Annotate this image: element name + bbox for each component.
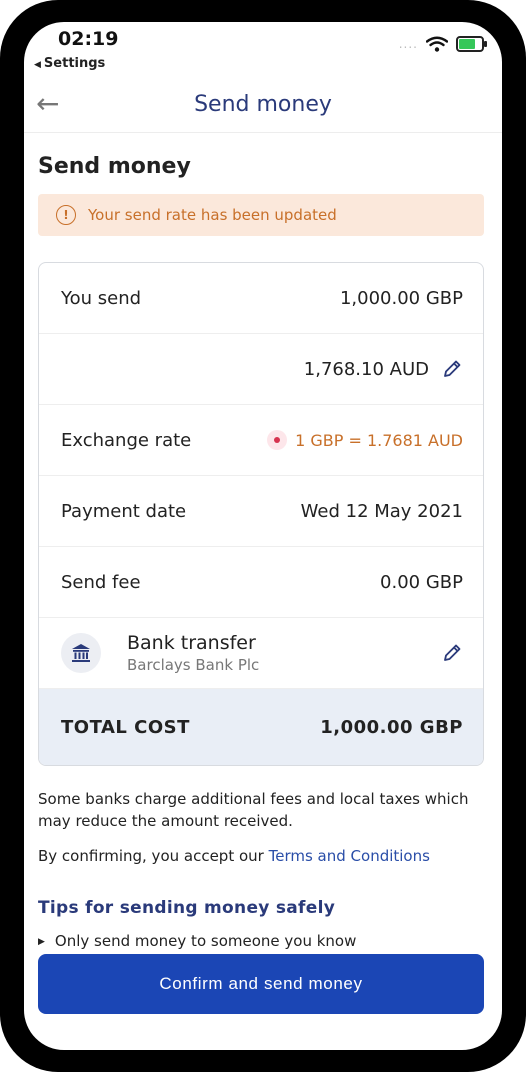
terms-line: By confirming, you accept our Terms and … [38,845,478,867]
confirm-send-button[interactable]: Confirm and send money [38,954,484,1014]
back-triangle-icon: ◀ [34,60,41,70]
summary-card: You send 1,000.00 GBP 1,768.10 AUD Excha… [38,262,484,766]
warning-icon: ! [56,205,76,225]
payment-date-value: Wed 12 May 2021 [300,500,463,522]
you-send-label: You send [61,287,142,309]
phone-screen: 02:19 ◀ Settings .... ← Send money Send m… [24,22,502,1050]
back-app-label: Settings [43,56,106,71]
payment-method-text: Bank transfer Barclays Bank Plc [127,632,259,674]
total-cost-row: TOTAL COST 1,000.00 GBP [39,689,483,765]
receive-value: 1,768.10 AUD [303,358,429,380]
you-send-row: You send 1,000.00 GBP [39,263,483,334]
payment-method-bank: Barclays Bank Plc [127,656,260,674]
edit-amount-pencil-icon[interactable] [441,358,463,380]
total-cost-value: 1,000.00 GBP [320,716,463,738]
status-time: 02:19 [58,28,119,50]
edit-method-pencil-icon[interactable] [441,642,463,664]
nav-bar: ← Send money [24,80,502,133]
rate-updated-alert: ! Your send rate has been updated [38,194,484,236]
exchange-rate-value: 1 GBP = 1.7681 AUD [295,430,463,450]
payment-method-row[interactable]: Bank transfer Barclays Bank Plc [39,618,483,689]
you-send-value: 1,000.00 GBP [339,287,463,309]
payment-date-label: Payment date [61,500,187,522]
total-cost-label: TOTAL COST [61,716,190,738]
exchange-rate-row: Exchange rate 1 GBP = 1.7681 AUD [39,405,483,476]
wifi-icon [426,36,448,52]
bullet-icon: ▶ [38,937,45,947]
signal-icon: .... [398,37,418,51]
receive-row: 1,768.10 AUD [39,334,483,405]
send-fee-row: Send fee 0.00 GBP [39,547,483,618]
tips-item-text: Only send money to someone you know [54,932,357,950]
bank-building-icon [61,633,101,673]
rate-changed-dot-icon [267,430,288,450]
send-fee-value: 0.00 GBP [380,571,463,593]
status-icons: .... [398,36,487,52]
alert-text: Your send rate has been updated [88,206,337,224]
page-title: Send money [38,154,191,179]
terms-prefix: By confirming, you accept our [38,847,264,865]
battery-charging-icon [456,36,487,52]
exchange-rate-label: Exchange rate [61,429,192,451]
payment-date-row: Payment date Wed 12 May 2021 [39,476,483,547]
back-to-settings[interactable]: ◀ Settings [34,56,105,71]
status-bar: 02:19 ◀ Settings .... [24,22,502,80]
payment-method-name: Bank transfer [127,632,256,654]
tips-heading[interactable]: Tips for sending money safely [38,898,335,918]
tips-list-item: ▶ Only send money to someone you know [38,932,356,950]
terms-link[interactable]: Terms and Conditions [269,847,430,865]
send-fee-label: Send fee [61,571,141,593]
fees-disclaimer: Some banks charge additional fees and lo… [38,790,469,830]
nav-title: Send money [194,92,332,117]
